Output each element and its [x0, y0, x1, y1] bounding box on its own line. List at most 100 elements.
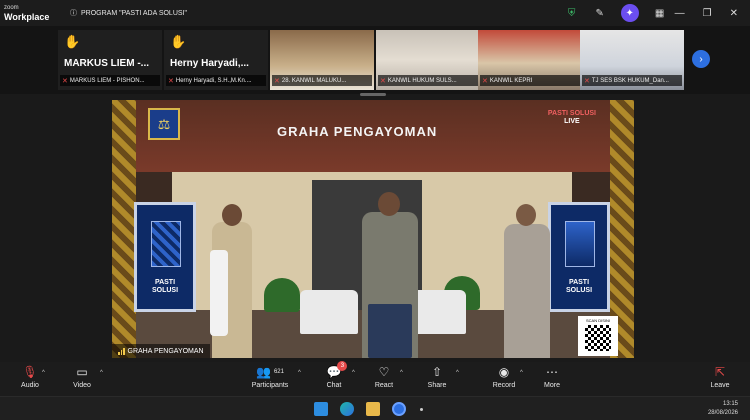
participant-tile[interactable]: ✋ MARKUS LIEM -... ✕ MARKUS LIEM - PISHO…	[58, 30, 162, 90]
participants-count: 621	[273, 369, 284, 375]
title-bar: zoom Workplace ⓘ PROGRAM "PASTI ADA SOLU…	[0, 0, 750, 26]
participant-label: ✕ Herny Haryadi, S.H.,M.Kn....	[166, 75, 266, 86]
mic-muted-icon: 🎙	[22, 365, 38, 379]
plant	[264, 278, 300, 312]
participant-label-text: TJ SES BSK HUKUM_Dan...	[591, 77, 669, 84]
left-pillar	[112, 100, 136, 358]
next-page-button[interactable]: ›	[692, 50, 710, 68]
leave-label: Leave	[710, 382, 730, 389]
share-label: Share	[427, 382, 447, 389]
participants-button[interactable]: 👥 621 Participants	[240, 364, 300, 389]
chat-label: Chat	[326, 382, 342, 389]
participant-label: ✕ KANWIL KEPRI	[480, 75, 580, 86]
restore-icon[interactable]: ❐	[703, 8, 712, 19]
windows-start-icon[interactable]	[314, 402, 328, 416]
video-button[interactable]: ▭ Video	[52, 364, 112, 389]
main-video[interactable]: GRAHA PENGAYOMAN ⚖ PASTI SOLUSI LIVE PAS…	[112, 100, 634, 358]
left-banner: PASTI SOLUSI	[134, 202, 196, 312]
participant-label: ✕ KANWIL HUKUM SULS...	[378, 75, 478, 86]
close-icon[interactable]: ✕	[730, 8, 738, 19]
titlebar-icons: ⛨ ✎ ✦ ▦	[565, 4, 675, 22]
more-button[interactable]: ⋯ More	[522, 364, 582, 389]
window-controls: — ❐ ✕	[675, 8, 750, 19]
share-caret[interactable]: ^	[456, 370, 459, 376]
chat-icon: 💬 3	[327, 361, 348, 380]
file-explorer-icon[interactable]	[366, 402, 380, 416]
record-label: Record	[492, 382, 516, 389]
mic-off-icon: ✕	[168, 77, 174, 85]
mic-off-icon: ✕	[274, 77, 280, 85]
participant-label-text: 28. KANWIL MALUKU...	[281, 77, 347, 84]
participant-label: ✕ 28. KANWIL MALUKU...	[272, 75, 372, 86]
right-banner: PASTI SOLUSI	[548, 202, 610, 312]
strip-resize-handle[interactable]	[360, 93, 386, 96]
participant-video-tile[interactable]: ✕ KANWIL HUKUM SULS...	[376, 30, 480, 90]
system-clock[interactable]: 13:15 28/08/2026	[708, 400, 738, 418]
react-label: React	[374, 382, 394, 389]
ministry-logo: ⚖	[148, 108, 180, 140]
leave-button[interactable]: ⇱ Leave	[690, 364, 750, 389]
banner-pattern	[151, 221, 181, 267]
participant-video-tile[interactable]: ✕ KANWIL KEPRI	[478, 30, 582, 90]
leave-icon: ⇱	[714, 365, 726, 379]
shield-icon[interactable]: ⛨	[565, 6, 579, 20]
chair	[300, 290, 358, 334]
react-caret[interactable]: ^	[400, 370, 403, 376]
react-button[interactable]: ♡ React	[354, 364, 414, 389]
minimize-icon[interactable]: —	[675, 8, 685, 19]
live-line2: LIVE	[564, 118, 580, 125]
meeting-info[interactable]: ⓘ PROGRAM "PASTI ADA SOLUSI"	[70, 8, 187, 18]
participant-strip: ✋ MARKUS LIEM -... ✕ MARKUS LIEM - PISHO…	[0, 26, 750, 94]
audio-label: Audio	[21, 382, 39, 389]
ai-companion-icon[interactable]: ✦	[620, 4, 639, 22]
camera-icon: ▭	[76, 365, 88, 379]
heart-icon: ♡	[378, 365, 390, 379]
clock-time: 13:15	[722, 401, 738, 407]
mic-off-icon: ✕	[380, 77, 386, 85]
person-head	[516, 204, 536, 226]
participant-tile[interactable]: ✋ Herny Haryadi,... ✕ Herny Haryadi, S.H…	[164, 30, 268, 90]
audio-button[interactable]: 🎙 Audio	[0, 364, 60, 389]
audio-options-caret[interactable]: ^	[42, 370, 45, 376]
more-apps-icon[interactable]	[420, 408, 423, 411]
zoom-app-icon[interactable]	[392, 402, 406, 416]
video-label: Video	[73, 382, 91, 389]
jeans	[368, 304, 412, 358]
people-icon: 👥 621	[256, 365, 284, 379]
more-label: More	[544, 382, 560, 389]
participant-name-large: MARKUS LIEM -...	[64, 58, 149, 69]
signal-icon	[118, 347, 125, 355]
participant-label: ✕ TJ SES BSK HUKUM_Dan...	[582, 75, 682, 86]
banner-text: PASTI SOLUSI	[151, 279, 179, 294]
participant-name-large: Herny Haryadi,...	[170, 58, 249, 69]
qr-caption: SCAN DISINI	[585, 318, 610, 323]
view-icon[interactable]: ▦	[653, 6, 667, 20]
participant-label-text: KANWIL HUKUM SULS...	[387, 77, 457, 84]
record-icon: ◉	[498, 365, 510, 379]
white-cloth	[210, 250, 228, 336]
live-line1: PASTI SOLUSI	[547, 110, 596, 117]
qr-code: SCAN DISINI	[578, 316, 618, 356]
edge-browser-icon[interactable]	[340, 402, 354, 416]
info-icon[interactable]: ⓘ	[70, 8, 77, 18]
participant-video-tile[interactable]: ✕ TJ SES BSK HUKUM_Dan...	[580, 30, 684, 90]
raised-hand-icon: ✋	[64, 34, 81, 49]
share-button[interactable]: ⇧ Share	[407, 364, 467, 389]
mic-off-icon: ✕	[482, 77, 488, 85]
banner-text: PASTI SOLUSI	[565, 279, 593, 294]
banner-portrait	[565, 221, 595, 267]
chevron-right-icon: ›	[699, 53, 703, 65]
person-head	[378, 192, 400, 216]
share-icon: ⇧	[431, 365, 443, 379]
annotate-icon[interactable]: ✎	[593, 6, 607, 20]
qr-pattern	[585, 325, 611, 351]
caption-text: GRAHA PENGAYOMAN	[127, 347, 204, 355]
person-right	[504, 224, 550, 358]
mic-off-icon: ✕	[62, 77, 68, 85]
meeting-title: PROGRAM "PASTI ADA SOLUSI"	[81, 9, 187, 17]
video-options-caret[interactable]: ^	[100, 370, 103, 376]
zoom-logo: zoom Workplace	[0, 4, 58, 22]
stage-title: GRAHA PENGAYOMAN	[277, 124, 438, 139]
participant-video-tile[interactable]: ✕ 28. KANWIL MALUKU...	[270, 30, 374, 90]
participants-caret[interactable]: ^	[298, 370, 301, 376]
